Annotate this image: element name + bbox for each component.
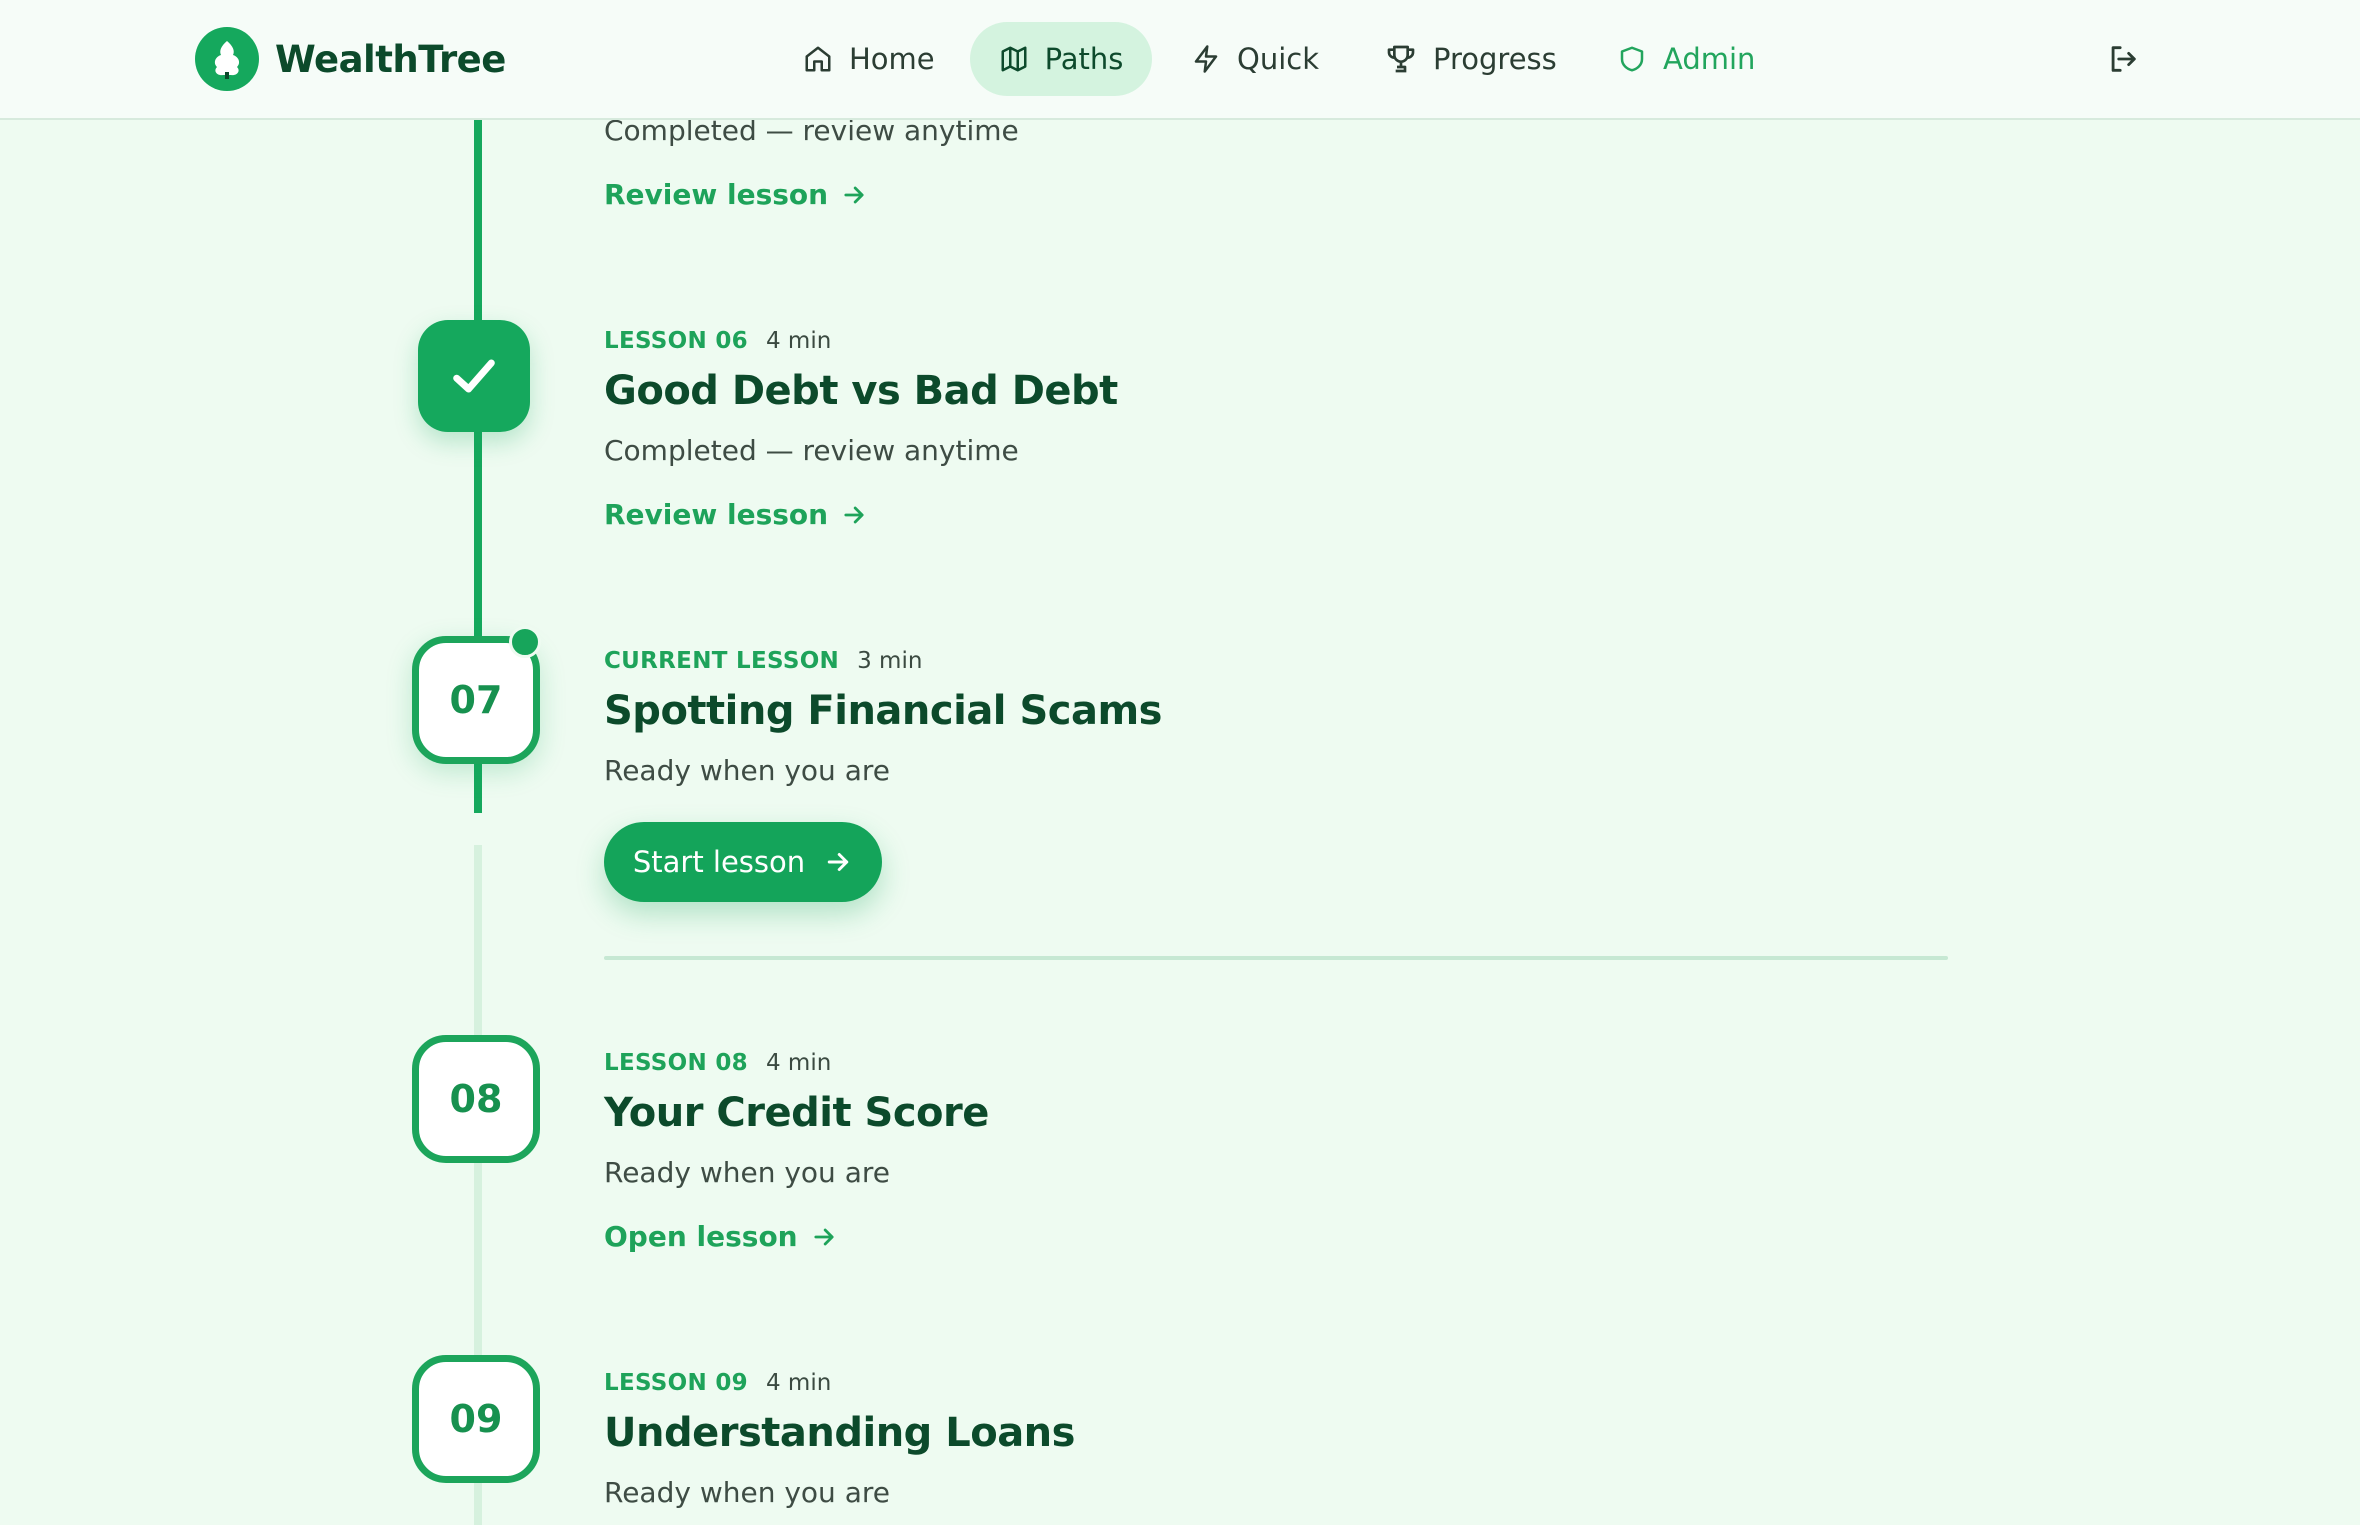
lesson-number: 09 [449,1397,503,1441]
tree-logo-icon [195,27,259,91]
arrow-right-icon [844,506,864,523]
nav-admin-label: Admin [1663,42,1756,76]
lesson-tag: LESSON 08 [604,1050,748,1076]
lesson-title: Good Debt vs Bad Debt [604,368,1118,414]
trophy-icon [1387,45,1415,73]
home-icon [805,46,831,72]
checkmark-icon [453,359,495,393]
nav-progress-label: Progress [1433,42,1557,76]
lesson-number: 08 [449,1077,503,1121]
lesson-number: 07 [449,678,503,722]
arrow-right-icon [814,1228,834,1245]
logout-icon [2111,46,2136,72]
lesson-node-completed[interactable] [418,320,530,432]
open-lesson-label: Open lesson [604,1220,798,1253]
nav-quick-label: Quick [1237,42,1320,76]
nav-home-label: Home [849,42,935,76]
lightning-icon [1194,45,1218,73]
review-lesson-link[interactable]: Review lesson [604,178,868,211]
lesson-title: Spotting Financial Scams [604,688,1162,734]
lesson-node-upcoming[interactable]: 08 [412,1035,540,1163]
start-lesson-label: Start lesson [632,845,806,879]
lesson-duration: 4 min [765,1370,832,1396]
nav-home[interactable]: Home [803,22,943,96]
review-lesson-link[interactable]: Review lesson [604,498,868,531]
brand-name: WealthTree [275,37,506,81]
lesson-title: Understanding Loans [604,1410,1075,1456]
current-indicator-dot [509,626,541,658]
lesson-node-upcoming[interactable]: 09 [412,1355,540,1483]
arrow-right-icon [827,853,849,871]
lesson-meta: LESSON 09 4 min [604,1370,831,1396]
nav-quick[interactable]: Quick [1191,22,1331,96]
shield-icon [1620,46,1644,72]
lesson-status: Ready when you are [604,754,890,787]
map-icon [1001,46,1027,72]
nav-admin[interactable]: Admin [1617,22,1767,96]
start-lesson-button[interactable]: Start lesson [604,822,882,902]
nav-progress[interactable]: Progress [1385,22,1565,96]
nav-paths-label: Paths [1044,42,1124,76]
lesson-status: Ready when you are [604,1156,890,1189]
lesson-status: Ready when you are [604,1476,890,1509]
lesson-tag: LESSON 09 [604,1370,748,1396]
lesson-tag: LESSON 06 [604,328,748,354]
lesson-duration: 4 min [765,328,832,354]
lesson-meta: CURRENT LESSON 3 min [604,648,922,674]
section-divider [604,956,1948,960]
lesson-meta: LESSON 06 4 min [604,328,831,354]
lesson-status: Completed — review anytime [604,434,1019,467]
brand[interactable]: WealthTree [195,26,506,92]
top-navbar: WealthTree Home Paths Quick Progress Adm… [0,0,2360,120]
lesson-duration: 4 min [765,1050,832,1076]
arrow-right-icon [844,186,864,203]
lesson-meta: LESSON 08 4 min [604,1050,831,1076]
lesson-duration: 3 min [857,648,923,674]
logout-button[interactable] [2106,42,2140,80]
lesson-tag: CURRENT LESSON [604,648,840,674]
open-lesson-link[interactable]: Open lesson [604,1220,838,1253]
nav-paths[interactable]: Paths [970,22,1152,96]
review-lesson-label: Review lesson [604,178,829,211]
review-lesson-label: Review lesson [604,498,829,531]
lesson-title: Your Credit Score [604,1090,989,1136]
